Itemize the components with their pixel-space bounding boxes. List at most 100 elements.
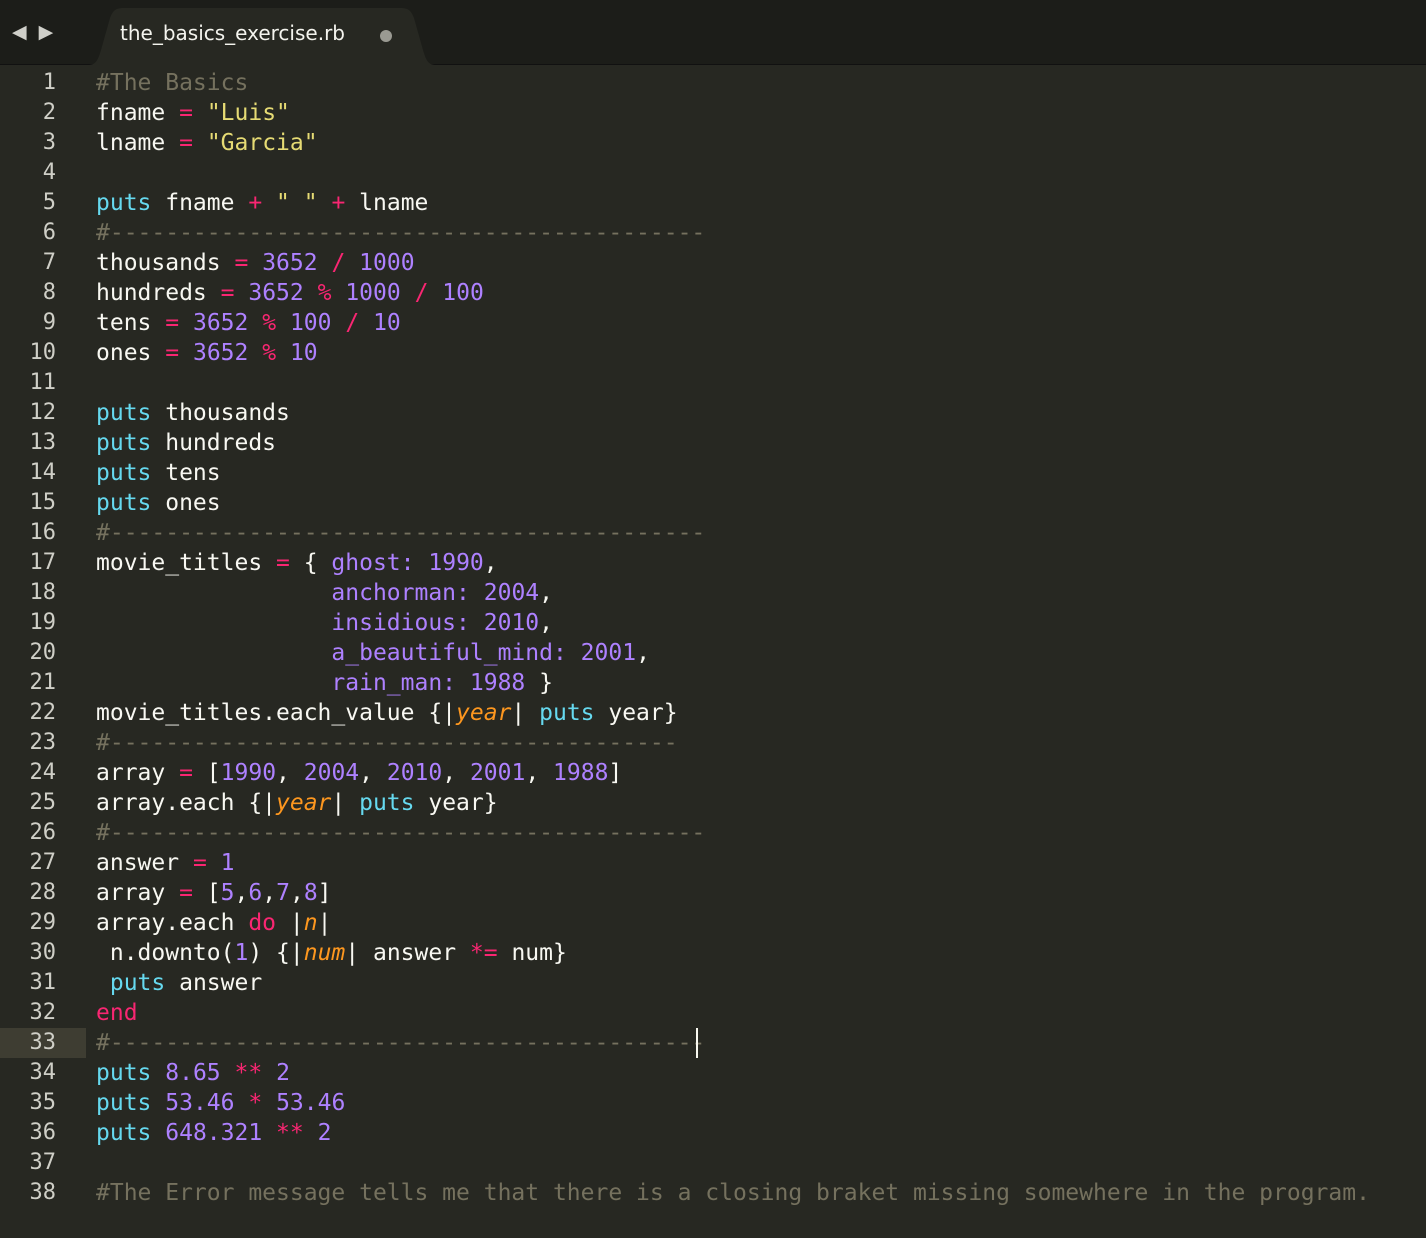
code-token: , <box>359 760 387 786</box>
code-token: "Garcia" <box>206 130 318 156</box>
line-number: 31 <box>29 970 57 995</box>
code-token: num <box>303 940 346 966</box>
line-number: 20 <box>29 640 57 665</box>
line-number: 23 <box>29 730 57 755</box>
code-token: | <box>276 910 304 936</box>
code-token: ) {| <box>248 940 304 966</box>
code-line[interactable]: movie_titles.each_value {|year| puts yea… <box>96 698 1426 728</box>
code-token: thousands <box>151 400 290 426</box>
unsaved-dot-icon[interactable] <box>380 30 392 42</box>
code-line[interactable]: #---------------------------------------… <box>96 728 1426 758</box>
code-line[interactable]: end <box>96 998 1426 1028</box>
code-line[interactable]: #---------------------------------------… <box>96 1028 1426 1058</box>
code-line[interactable]: movie_titles = { ghost: 1990, <box>96 548 1426 578</box>
code-token: end <box>96 1000 138 1026</box>
code-line[interactable] <box>96 1148 1426 1178</box>
code-line[interactable] <box>96 368 1426 398</box>
code-line[interactable]: array = [1990, 2004, 2010, 2001, 1988] <box>96 758 1426 788</box>
code-line[interactable]: #The Basics <box>96 68 1426 98</box>
code-token: % <box>262 340 277 366</box>
line-number: 4 <box>42 160 56 185</box>
code-token: % <box>317 280 332 306</box>
code-token: do <box>248 910 277 936</box>
code-line[interactable]: answer = 1 <box>96 848 1426 878</box>
code-line[interactable]: ones = 3652 % 10 <box>96 338 1426 368</box>
text-cursor <box>696 1028 698 1058</box>
code-line[interactable]: puts 53.46 * 53.46 <box>96 1088 1426 1118</box>
code-line[interactable]: #The Error message tells me that there i… <box>96 1178 1426 1208</box>
code-token: puts <box>96 1090 152 1116</box>
code-token: puts <box>96 190 152 216</box>
line-number: 10 <box>29 340 57 365</box>
code-line[interactable]: #---------------------------------------… <box>96 818 1426 848</box>
code-token: , <box>539 580 553 606</box>
code-line[interactable]: puts 8.65 ** 2 <box>96 1058 1426 1088</box>
code-line[interactable]: puts answer <box>96 968 1426 998</box>
code-editor[interactable]: 1 2 3 4 5 6 7 8 9 10 11 12 13 14 15 16 17 18 19 20 21 22 23 24 2… <box>0 64 1426 1238</box>
code-line[interactable] <box>96 158 1426 188</box>
code-token: 53.46 <box>165 1090 235 1116</box>
code-line[interactable]: puts fname + " " + lname <box>96 188 1426 218</box>
code-line[interactable]: a_beautiful_mind: 2001, <box>96 638 1426 668</box>
code-line[interactable]: lname = "Garcia" <box>96 128 1426 158</box>
code-token: puts <box>359 790 415 816</box>
code-token: #The Basics <box>96 70 249 96</box>
code-token: , <box>289 880 304 906</box>
line-number: 17 <box>29 550 57 575</box>
code-area[interactable]: #The Basics fname = "Luis" lname = "Garcia… <box>96 68 1426 1208</box>
tab-bar: ◀ ▶ the_basics_exercise.rb <box>0 0 1426 65</box>
line-number: 21 <box>29 670 57 695</box>
code-token: puts <box>96 1120 152 1146</box>
code-token: = <box>179 130 193 156</box>
tab-title: the_basics_exercise.rb <box>120 21 345 45</box>
tab-file[interactable]: the_basics_exercise.rb <box>88 8 436 65</box>
code-token: 10 <box>289 340 318 366</box>
code-token: 2004 <box>483 580 540 606</box>
code-line[interactable]: thousands = 3652 / 1000 <box>96 248 1426 278</box>
code-line[interactable]: rain_man: 1988 } <box>96 668 1426 698</box>
code-token: year} <box>594 700 678 726</box>
code-line[interactable]: anchorman: 2004, <box>96 578 1426 608</box>
code-token: year} <box>414 790 498 816</box>
code-line[interactable]: n.downto(1) {|num| answer *= num} <box>96 938 1426 968</box>
code-token: lname <box>96 130 180 156</box>
chevron-left-icon[interactable]: ◀ <box>12 18 27 46</box>
code-token: 10 <box>373 310 401 336</box>
code-line[interactable]: insidious: 2010, <box>96 608 1426 638</box>
code-line[interactable]: tens = 3652 % 100 / 10 <box>96 308 1426 338</box>
line-number: 37 <box>29 1150 57 1175</box>
code-token: #---------------------------------------… <box>96 1030 706 1056</box>
code-token: ones <box>96 340 166 366</box>
code-line[interactable]: puts tens <box>96 458 1426 488</box>
code-line[interactable]: #---------------------------------------… <box>96 218 1426 248</box>
line-number: 35 <box>29 1090 57 1115</box>
chevron-right-icon[interactable]: ▶ <box>39 18 54 46</box>
tab-navigation: ◀ ▶ <box>12 18 53 46</box>
code-token: movie_titles <box>96 550 277 576</box>
line-number: 30 <box>29 940 57 965</box>
code-token: ] <box>317 880 332 906</box>
code-line[interactable]: array.each do |n| <box>96 908 1426 938</box>
code-line[interactable]: puts thousands <box>96 398 1426 428</box>
code-token: 3652 <box>192 310 249 336</box>
code-line[interactable]: fname = "Luis" <box>96 98 1426 128</box>
code-token: 1 <box>234 940 249 966</box>
code-line[interactable]: puts ones <box>96 488 1426 518</box>
code-line[interactable]: hundreds = 3652 % 1000 / 100 <box>96 278 1426 308</box>
code-line[interactable]: puts 648.321 ** 2 <box>96 1118 1426 1148</box>
line-number: 3 <box>42 130 56 155</box>
code-line[interactable]: puts hundreds <box>96 428 1426 458</box>
code-line[interactable]: array = [5,6,7,8] <box>96 878 1426 908</box>
code-line[interactable]: array.each {|year| puts year} <box>96 788 1426 818</box>
code-line[interactable]: #---------------------------------------… <box>96 518 1426 548</box>
code-token: 2001 <box>469 760 526 786</box>
code-token: ] <box>608 760 623 786</box>
code-token: puts <box>96 460 152 486</box>
